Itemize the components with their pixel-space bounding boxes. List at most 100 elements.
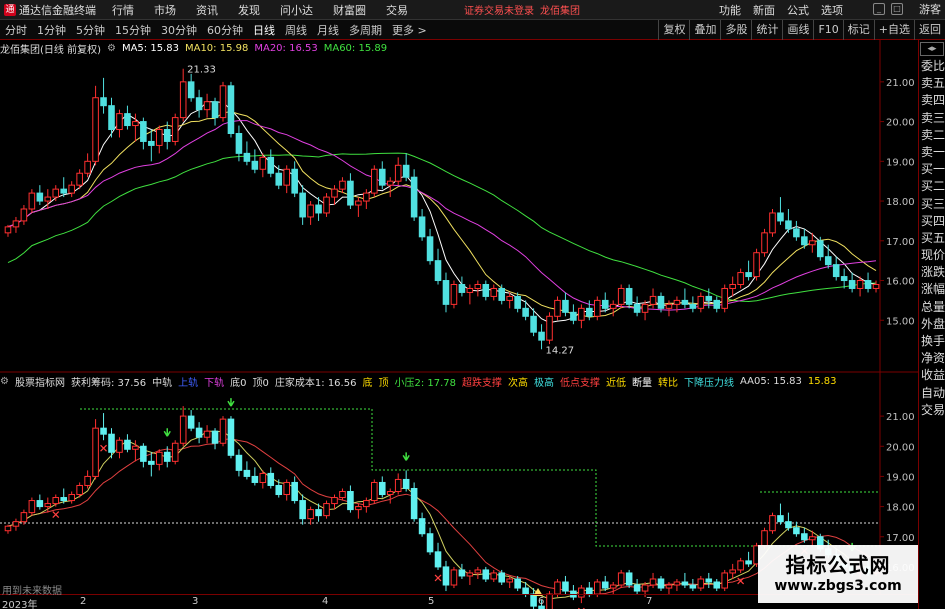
candle-body <box>737 272 744 286</box>
candle-body <box>84 160 91 174</box>
quote-field[interactable]: 买一 <box>919 161 945 178</box>
candle-body <box>20 208 28 222</box>
indicator-header: ⚙ 股票指标网 获利筹码: 37.56 中轨 上轨 下轨 底0 顶0 庄家成本1: 16.5… <box>0 374 918 389</box>
sub-candle-body <box>331 497 338 505</box>
candle-body <box>179 81 187 119</box>
sub-candle-body <box>140 445 147 462</box>
sub-candle-body <box>148 460 155 465</box>
quote-panel: ◂▸ 委比 卖五 卖四 卖三 卖二 卖一 买一 买二 买三 买四 买五 现价 涨跌 涨幅 总量 外盘 换手 净资 收益… <box>918 40 945 609</box>
sub-candle-body <box>410 487 418 520</box>
quote-field[interactable]: 卖三 <box>919 110 945 127</box>
quote-field[interactable]: 自动 <box>919 385 945 402</box>
quote-field[interactable]: 换手 <box>919 333 945 350</box>
price-tick-label: 15.00 <box>886 316 915 327</box>
indicator-item: 超跌支撑 <box>462 377 502 389</box>
buy-signal-arrow <box>227 398 235 407</box>
sub-candle-body <box>474 569 482 574</box>
candle-body <box>578 307 585 321</box>
watermark: 指标公式网 www.zbgs3.com <box>758 545 918 603</box>
guest-label[interactable]: 游客 <box>919 0 941 20</box>
quote-field[interactable]: 涨跌 <box>919 264 945 281</box>
sub-candle-body <box>721 572 728 589</box>
sub-candle-body <box>514 578 521 589</box>
candle-body <box>331 188 338 198</box>
sub-candle-body <box>84 475 91 486</box>
candle-body <box>283 168 290 186</box>
date-tick: 7 <box>646 596 653 607</box>
quote-field[interactable]: 卖五 <box>919 75 945 92</box>
candle-body <box>586 307 593 317</box>
candle-body <box>506 295 513 301</box>
candle-body <box>44 196 52 202</box>
sub-candle-body <box>458 569 466 577</box>
tool-button[interactable]: 返回 <box>914 20 945 40</box>
candle-body <box>203 101 211 111</box>
sub-candle-body <box>259 472 267 483</box>
quote-field[interactable]: 收益 <box>919 367 945 384</box>
sub-candle-body <box>434 551 442 568</box>
sub-candle-body <box>195 427 203 438</box>
quote-field[interactable]: 卖一 <box>919 144 945 161</box>
quote-field[interactable]: 外盘 <box>919 316 945 333</box>
candle-body <box>609 303 617 309</box>
candle-body <box>856 280 864 289</box>
quote-field[interactable]: 卖二 <box>919 127 945 144</box>
candle-body <box>554 299 561 317</box>
scroll-icon[interactable]: ◂▸ <box>920 42 944 56</box>
quote-field[interactable]: 现价 <box>919 247 945 264</box>
quote-field[interactable]: 委比 <box>919 58 945 75</box>
quote-field[interactable]: 买三 <box>919 196 945 213</box>
indicator-item: 顶0 <box>252 377 269 389</box>
candle-body <box>140 121 147 142</box>
sub-candle-body <box>156 451 163 465</box>
candle-body <box>840 276 848 282</box>
sub-candle-body <box>681 581 689 586</box>
indicator-item: AA05: 15.83 <box>740 375 802 387</box>
candle-body <box>124 113 131 127</box>
candle-body <box>665 303 673 309</box>
candle-body <box>546 315 553 341</box>
candle-body <box>394 164 402 182</box>
indicator-item: 15.83 <box>807 375 837 387</box>
sub-candle-body <box>291 481 298 502</box>
date-tick: 6 <box>538 596 545 607</box>
candle-body <box>601 299 609 309</box>
sub-candle-body <box>785 521 792 529</box>
candle-body <box>681 299 689 305</box>
candle-body <box>211 101 219 119</box>
price-tick-label: 21.00 <box>886 78 915 89</box>
sub-candle-body <box>267 472 275 486</box>
candle-body <box>793 228 800 238</box>
candle-body <box>434 260 442 282</box>
sub-candle-body <box>371 481 378 502</box>
candle-body <box>371 168 378 194</box>
quote-field[interactable]: 交易 <box>919 402 945 419</box>
quote-field[interactable]: 卖四 <box>919 92 945 109</box>
sub-candle-body <box>673 581 681 586</box>
settings-icon[interactable]: ⚙ <box>0 376 9 387</box>
quote-field[interactable]: 净资 <box>919 350 945 367</box>
candle-body <box>378 168 386 186</box>
sub-candle-body <box>275 484 283 496</box>
quote-field[interactable]: 涨幅 <box>919 281 945 298</box>
quote-field[interactable]: 买二 <box>919 178 945 195</box>
sub-candle-body <box>729 569 736 574</box>
candle-body <box>251 160 259 170</box>
candle-body <box>530 315 537 333</box>
quote-field[interactable]: 买五 <box>919 230 945 247</box>
cross-marker <box>100 444 107 452</box>
candle-body <box>363 192 370 202</box>
candle-body <box>235 133 243 154</box>
sub-candle-body <box>179 415 187 444</box>
candle-body <box>809 240 816 246</box>
candle-body <box>785 220 792 230</box>
quote-field[interactable]: 总量 <box>919 299 945 316</box>
quote-field[interactable]: 买四 <box>919 213 945 230</box>
candle-body <box>267 156 275 174</box>
candle-body <box>171 117 179 142</box>
kline-chart[interactable]: 21.00 20.00 19.00 18.00 17.00 16.00 15.00 21.33… <box>0 0 918 609</box>
sub-candle-body <box>394 478 402 493</box>
sub-candle-body <box>562 581 569 592</box>
candle-body <box>482 284 490 297</box>
sub-candle-body <box>426 533 434 553</box>
